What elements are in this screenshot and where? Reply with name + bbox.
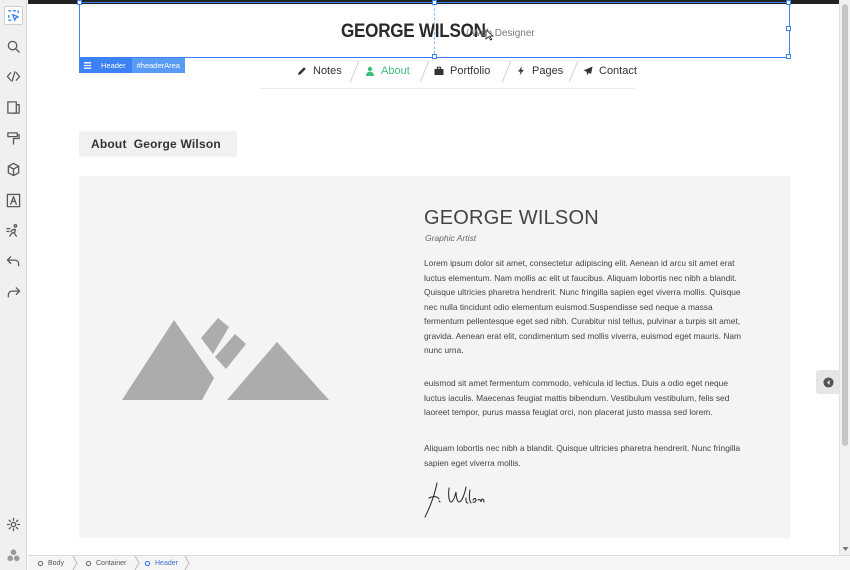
site-role: / Web Designer bbox=[466, 28, 535, 39]
breadcrumb-label: Body bbox=[48, 559, 64, 567]
nav-divider bbox=[419, 61, 430, 82]
pages-icon[interactable] bbox=[4, 98, 23, 117]
nav-item-contact[interactable]: Contact bbox=[583, 59, 637, 83]
settings-icon[interactable] bbox=[4, 515, 23, 534]
page-canvas: GEORGE WILSON / Web Designer Header #hea… bbox=[28, 0, 839, 555]
nav-divider bbox=[501, 61, 512, 82]
about-panel: GEORGE WILSON Graphic Artist Lorem ipsum… bbox=[79, 176, 790, 538]
main-navigation: Notes About Portfolio Pages Contact bbox=[260, 59, 637, 89]
person-role: Graphic Artist bbox=[425, 233, 477, 243]
breadcrumb-label: Container bbox=[96, 559, 127, 567]
collapse-panel-button[interactable] bbox=[816, 370, 840, 394]
briefcase-icon bbox=[434, 66, 444, 75]
breadcrumb-item-body[interactable]: Body bbox=[37, 556, 64, 570]
arrow-left-circle-icon bbox=[822, 376, 834, 388]
app-window: GEORGE WILSON / Web Designer Header #hea… bbox=[0, 0, 850, 570]
breadcrumb-label: Header bbox=[155, 559, 178, 567]
redo-icon[interactable] bbox=[4, 283, 23, 302]
bolt-icon bbox=[518, 66, 524, 76]
bio-paragraph: euismod sit amet fermentum commodo, vehi… bbox=[424, 378, 730, 417]
left-toolbar bbox=[0, 0, 27, 570]
center-guide-line bbox=[434, 3, 435, 59]
nav-label-pages: Pages bbox=[532, 65, 564, 77]
signature-image bbox=[424, 482, 485, 518]
vertical-scrollbar[interactable] bbox=[839, 0, 850, 555]
nav-label-portfolio: Portfolio bbox=[450, 65, 491, 77]
breadcrumb: Body Container Header bbox=[28, 555, 850, 570]
breadcrumb-separator-icon bbox=[184, 556, 190, 570]
cube-icon[interactable] bbox=[4, 160, 23, 179]
nav-label-about: About bbox=[381, 65, 410, 77]
pencil-icon bbox=[298, 67, 306, 75]
resize-handle-top-left[interactable] bbox=[77, 0, 82, 5]
undo-icon[interactable] bbox=[4, 252, 23, 271]
scroll-down-icon[interactable] bbox=[842, 546, 849, 552]
header-area[interactable]: GEORGE WILSON / Web Designer bbox=[77, 0, 791, 59]
image-placeholder-icon bbox=[122, 318, 329, 400]
components-icon[interactable] bbox=[4, 546, 23, 565]
paint-roller-icon[interactable] bbox=[4, 129, 23, 148]
resize-handle-top-right[interactable] bbox=[786, 0, 791, 5]
nav-divider bbox=[568, 61, 579, 82]
nav-item-about[interactable]: About bbox=[365, 59, 410, 83]
nav-divider bbox=[349, 61, 360, 82]
bio-paragraph: Aliquam lobortis nec nibh a blandit. Qui… bbox=[424, 443, 741, 468]
selection-label-name: Header bbox=[95, 58, 132, 73]
nav-label-contact: Contact bbox=[599, 65, 637, 77]
breadcrumb-item-container[interactable]: Container bbox=[85, 556, 126, 570]
nav-item-notes[interactable]: Notes bbox=[297, 59, 342, 83]
breadcrumb-separator-icon bbox=[134, 556, 140, 570]
site-name: GEORGE WILSON bbox=[341, 21, 486, 42]
about-section-heading: About George Wilson bbox=[79, 131, 237, 157]
gear-icon bbox=[144, 560, 151, 566]
animation-icon[interactable] bbox=[4, 221, 23, 240]
code-icon[interactable] bbox=[4, 67, 23, 86]
nav-label-notes: Notes bbox=[313, 65, 342, 77]
nav-item-portfolio[interactable]: Portfolio bbox=[434, 59, 490, 83]
gear-icon bbox=[37, 560, 44, 566]
breadcrumb-item-header[interactable]: Header bbox=[144, 556, 178, 570]
user-icon bbox=[366, 66, 374, 76]
search-icon[interactable] bbox=[4, 37, 23, 56]
resize-handle-bottom-right[interactable] bbox=[786, 54, 791, 59]
person-name: GEORGE WILSON bbox=[424, 207, 599, 229]
resize-handle-right[interactable] bbox=[786, 26, 791, 31]
send-icon bbox=[583, 66, 593, 76]
scrollbar-thumb[interactable] bbox=[842, 4, 848, 446]
select-icon[interactable] bbox=[4, 6, 23, 25]
breadcrumb-separator-icon bbox=[72, 556, 78, 570]
text-icon[interactable] bbox=[4, 191, 23, 210]
nav-item-pages[interactable]: Pages bbox=[516, 59, 563, 83]
bio-paragraph: Lorem ipsum dolor sit amet, consectetur … bbox=[424, 258, 741, 355]
selection-label-id: #headerArea bbox=[131, 58, 185, 73]
resize-handle-top[interactable] bbox=[432, 0, 437, 5]
cursor-icon bbox=[485, 29, 495, 41]
gear-icon bbox=[85, 560, 92, 566]
selection-label[interactable]: Header #headerArea bbox=[79, 58, 185, 73]
hamburger-menu-icon[interactable] bbox=[79, 58, 95, 73]
